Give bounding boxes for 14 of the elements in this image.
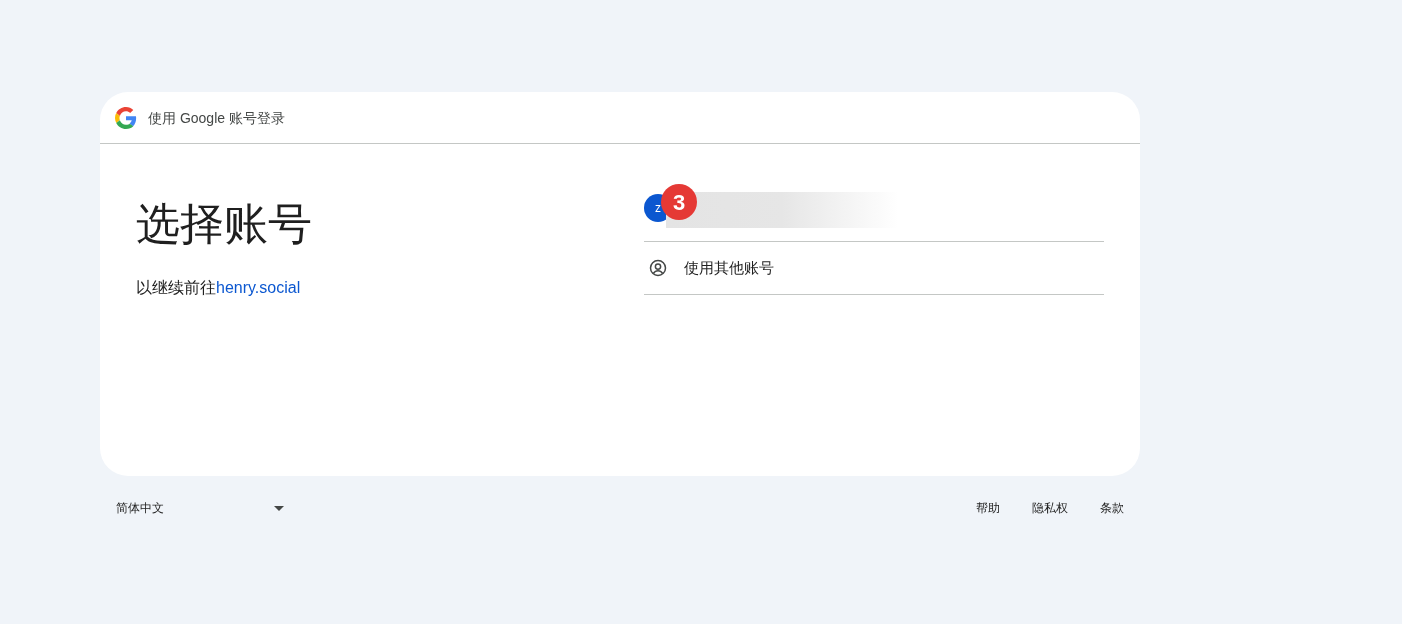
footer-link[interactable]: 条款 — [1100, 500, 1124, 516]
number-badge: 3 — [661, 184, 697, 220]
site-link[interactable]: henry.social — [216, 279, 301, 296]
caret-icon — [274, 505, 284, 511]
footer-link[interactable]: 帮助 — [976, 500, 1000, 516]
other-account-button[interactable]: 使用其他账号 — [644, 242, 1104, 295]
page-heading: 选择账号 — [136, 198, 313, 250]
account-row[interactable]: z 3 — [644, 174, 1104, 242]
subtitle: 以继续前往henry.social — [136, 278, 302, 298]
google-logo — [115, 106, 137, 129]
footer-link[interactable]: 隐私权 — [1032, 500, 1068, 516]
account-circle-icon — [649, 259, 667, 277]
header-title: 使用 Google 账号登录 — [148, 108, 285, 128]
language-select[interactable]: 简体中文 — [116, 500, 284, 516]
